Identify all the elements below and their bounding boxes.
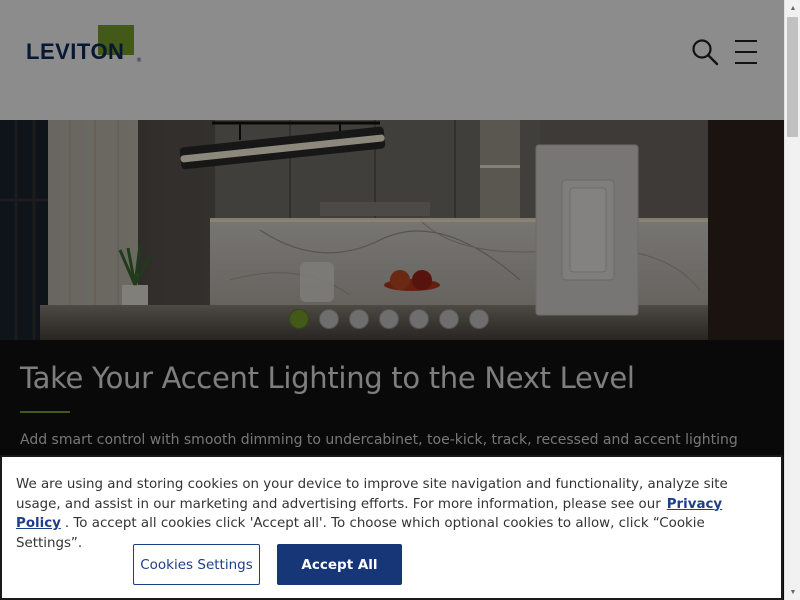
- vertical-scrollbar[interactable]: ▲ ▼: [784, 0, 800, 600]
- cookie-text-part1: We are using and storing cookies on your…: [16, 477, 728, 512]
- carousel-dot-2[interactable]: [319, 309, 339, 329]
- cookie-message: We are using and storing cookies on your…: [16, 475, 736, 553]
- cookie-banner: We are using and storing cookies on your…: [0, 455, 783, 600]
- carousel-dot-3[interactable]: [349, 309, 369, 329]
- hero-carousel: [0, 120, 784, 340]
- leviton-logo[interactable]: LEVITON ®: [26, 25, 142, 65]
- hamburger-menu-icon: [735, 40, 757, 64]
- hero-kitchen-image: [0, 120, 784, 340]
- hero-description: Add smart control with smooth dimming to…: [20, 432, 738, 448]
- cookies-settings-button[interactable]: Cookies Settings: [133, 544, 260, 585]
- accept-all-button[interactable]: Accept All: [277, 544, 402, 585]
- scroll-down-arrow-icon[interactable]: ▼: [785, 584, 800, 600]
- site-header: LEVITON ®: [0, 0, 784, 120]
- search-button[interactable]: [689, 36, 721, 68]
- scrollbar-thumb[interactable]: [787, 17, 798, 137]
- carousel-dot-5[interactable]: [409, 309, 429, 329]
- scroll-up-arrow-icon[interactable]: ▲: [785, 0, 800, 16]
- page: LEVITON ® Take Your Accent Lighting to t…: [0, 0, 784, 600]
- search-icon: [692, 39, 719, 66]
- title-accent-rule: [20, 411, 70, 413]
- carousel-dot-4[interactable]: [379, 309, 399, 329]
- hero-title: Take Your Accent Lighting to the Next Le…: [20, 361, 635, 395]
- carousel-dot-6[interactable]: [439, 309, 459, 329]
- carousel-dots: [289, 309, 489, 329]
- carousel-dot-1[interactable]: [289, 309, 309, 329]
- carousel-dot-7[interactable]: [469, 309, 489, 329]
- menu-button[interactable]: [730, 36, 762, 68]
- logo-wordmark: LEVITON: [26, 39, 125, 64]
- logo-registered-mark: ®: [136, 57, 142, 64]
